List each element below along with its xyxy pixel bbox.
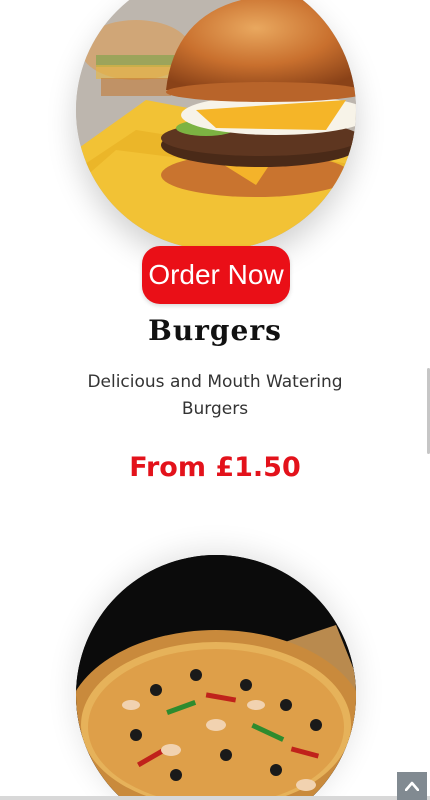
item-description: Delicious and Mouth Watering Burgers <box>87 372 343 419</box>
burger-photo-art <box>76 0 356 250</box>
burger-image <box>76 0 356 250</box>
scroll-to-top-button[interactable] <box>397 772 427 800</box>
order-now-button[interactable]: Order Now <box>142 246 290 304</box>
item-title: Burgers <box>148 314 282 347</box>
item-price: From £1.50 <box>129 452 301 483</box>
bottom-scrollbar <box>0 796 430 800</box>
pizza-photo-art <box>76 555 356 800</box>
menu-page: Order Now Burgers Delicious and Mouth Wa… <box>0 0 430 800</box>
pizza-image <box>76 555 356 800</box>
chevron-up-icon <box>405 781 419 791</box>
